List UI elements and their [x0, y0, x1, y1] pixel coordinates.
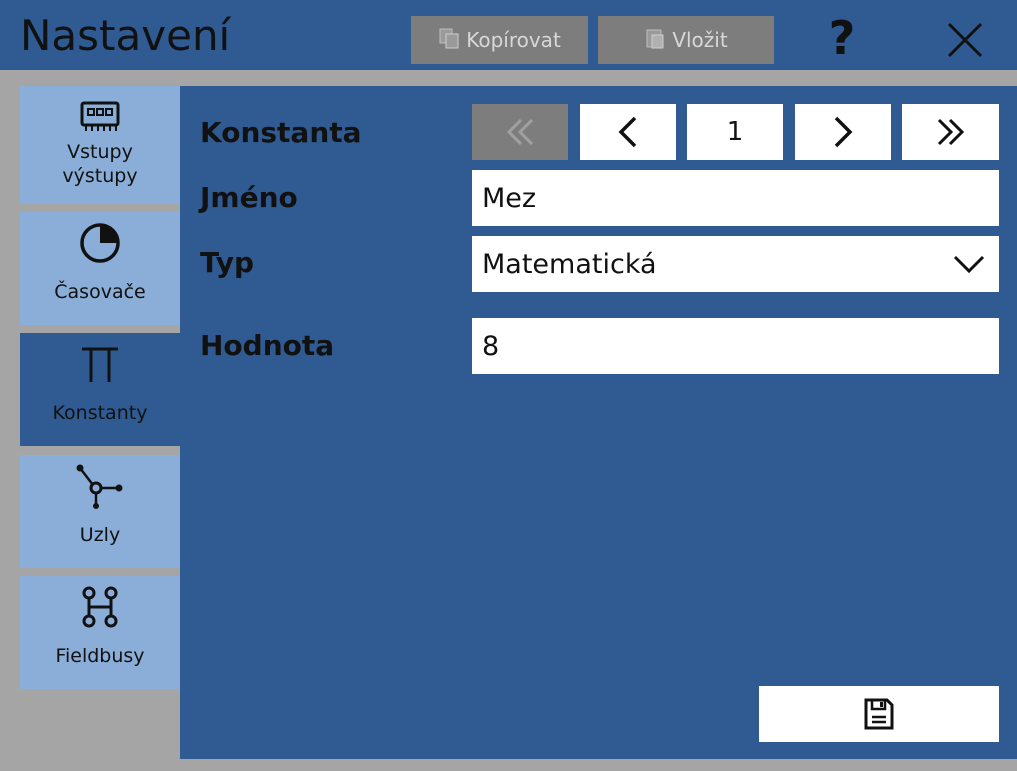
sidebar-item-timers[interactable]: Časovače: [20, 212, 180, 325]
copy-label: Kopírovat: [466, 28, 561, 52]
sidebar-item-label: Vstupy: [67, 141, 133, 163]
first-button[interactable]: [472, 104, 568, 160]
save-icon: [864, 698, 894, 730]
paste-icon: [644, 27, 666, 54]
copy-icon: [438, 27, 460, 54]
type-select-value: Matematická: [482, 248, 657, 280]
previous-button[interactable]: [580, 104, 676, 160]
value-input[interactable]: 8: [472, 318, 999, 374]
name-input[interactable]: Mez: [472, 170, 999, 226]
sidebar-item-fieldbus[interactable]: Fieldbusy: [20, 576, 180, 689]
copy-button[interactable]: Kopírovat: [411, 16, 588, 64]
double-chevron-right-icon: [937, 118, 964, 146]
fieldbus-icon: [78, 584, 122, 630]
io-module-icon: [80, 94, 120, 140]
sidebar-item-label: Fieldbusy: [55, 645, 145, 667]
value-label: Hodnota: [200, 329, 335, 362]
double-chevron-left-icon: [506, 118, 534, 146]
type-label: Typ: [200, 246, 255, 279]
chevron-right-icon: [834, 116, 853, 148]
sidebar-item-label: Časovače: [54, 281, 146, 303]
close-button[interactable]: [935, 14, 995, 66]
sidebar-item-constants[interactable]: Konstanty: [20, 333, 180, 446]
timer-icon: [78, 220, 122, 266]
pi-icon: [78, 341, 122, 387]
type-select[interactable]: Matematická: [472, 236, 999, 292]
page-title: Nastavení: [20, 11, 231, 60]
index-display: 1: [687, 104, 783, 160]
sidebar-item-label: výstupy: [62, 165, 138, 187]
name-label: Jméno: [200, 181, 298, 214]
node-icon: [74, 463, 126, 509]
sidebar-item-label: Konstanty: [52, 402, 148, 424]
sidebar-item-io[interactable]: Vstupy výstupy: [20, 86, 180, 204]
paste-button[interactable]: Vložit: [598, 16, 774, 64]
last-button[interactable]: [902, 104, 999, 160]
sidebar-item-nodes[interactable]: Uzly: [20, 455, 180, 568]
save-button[interactable]: [759, 686, 999, 742]
title-bar: Nastavení Kopírovat Vložit ?: [0, 0, 1017, 70]
chevron-down-icon: [953, 255, 985, 274]
sidebar-item-label: Uzly: [79, 524, 121, 546]
settings-panel: Konstanta Jméno Typ Hodnota 1 Mez Matema…: [180, 86, 1017, 759]
paste-label: Vložit: [672, 28, 728, 52]
constant-label: Konstanta: [200, 116, 362, 149]
next-button[interactable]: [795, 104, 891, 160]
chevron-left-icon: [618, 116, 637, 148]
close-icon: [947, 22, 983, 58]
help-button[interactable]: ?: [812, 11, 872, 65]
